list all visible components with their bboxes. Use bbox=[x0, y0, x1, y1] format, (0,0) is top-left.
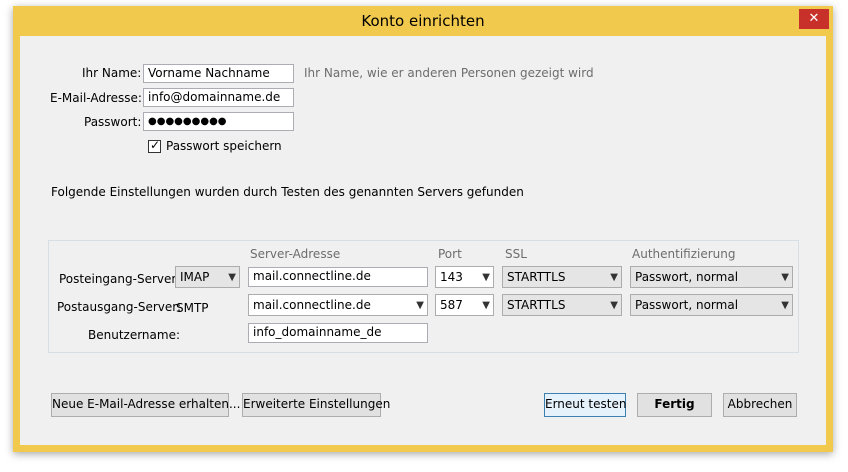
email-field[interactable]: info@domainname.de bbox=[143, 88, 294, 107]
outgoing-port-value: 587 bbox=[440, 298, 463, 312]
close-button[interactable]: ✕ bbox=[799, 9, 829, 29]
name-label: Ihr Name: bbox=[82, 66, 142, 80]
outgoing-port-select[interactable]: 587 ▼ bbox=[435, 294, 494, 316]
incoming-server-label: Posteingang-Server: bbox=[59, 272, 181, 286]
retest-button[interactable]: Erneut testen bbox=[544, 393, 626, 417]
name-hint: Ihr Name, wie er anderen Personen gezeig… bbox=[304, 66, 594, 80]
dialog-client: Ihr Name: Vorname Nachname Ihr Name, wie… bbox=[20, 36, 826, 445]
incoming-port-value: 143 bbox=[440, 270, 463, 284]
incoming-protocol-value: IMAP bbox=[180, 270, 210, 284]
chevron-down-icon: ▼ bbox=[781, 272, 789, 283]
found-message: Folgende Einstellungen wurden durch Test… bbox=[51, 185, 524, 199]
chevron-down-icon: ▼ bbox=[416, 300, 424, 311]
outgoing-ssl-value: STARTTLS bbox=[507, 298, 566, 312]
outgoing-auth-select[interactable]: Passwort, normal ▼ bbox=[630, 294, 793, 316]
save-password-label: Passwort speichern bbox=[166, 139, 282, 153]
window-title: Konto einrichten bbox=[361, 12, 485, 30]
save-password-checkbox[interactable] bbox=[148, 138, 161, 153]
cancel-button[interactable]: Abbrechen bbox=[723, 393, 797, 417]
close-icon: ✕ bbox=[808, 11, 820, 26]
outgoing-auth-value: Passwort, normal bbox=[635, 298, 739, 312]
ssl-header: SSL bbox=[505, 247, 527, 261]
outgoing-ssl-select[interactable]: STARTTLS ▼ bbox=[502, 294, 622, 316]
username-field[interactable]: info_domainname_de bbox=[248, 323, 428, 343]
outgoing-address-value: mail.connectline.de bbox=[253, 298, 371, 312]
advanced-settings-button[interactable]: Erweiterte Einstellungen bbox=[242, 393, 390, 417]
incoming-auth-select[interactable]: Passwort, normal ▼ bbox=[630, 266, 793, 288]
title-bar[interactable]: Konto einrichten ✕ bbox=[13, 6, 833, 36]
outgoing-address-select[interactable]: mail.connectline.de ▼ bbox=[248, 294, 428, 316]
incoming-protocol-select[interactable]: IMAP ▼ bbox=[175, 266, 240, 288]
incoming-address-field[interactable]: mail.connectline.de bbox=[248, 267, 428, 287]
email-label: E-Mail-Adresse: bbox=[50, 91, 142, 105]
password-label: Passwort: bbox=[84, 115, 142, 129]
incoming-ssl-select[interactable]: STARTTLS ▼ bbox=[502, 266, 622, 288]
outgoing-server-label: Postausgang-Server: bbox=[57, 300, 182, 314]
incoming-ssl-value: STARTTLS bbox=[507, 270, 566, 284]
incoming-port-select[interactable]: 143 ▼ bbox=[435, 266, 494, 288]
password-field[interactable]: ●●●●●●●●● bbox=[143, 112, 294, 131]
outgoing-protocol: SMTP bbox=[176, 301, 209, 315]
chevron-down-icon: ▼ bbox=[482, 300, 490, 311]
auth-header: Authentifizierung bbox=[632, 247, 736, 261]
chevron-down-icon: ▼ bbox=[781, 300, 789, 311]
server-address-header: Server-Adresse bbox=[250, 247, 341, 261]
username-label: Benutzername: bbox=[88, 328, 181, 342]
name-field[interactable]: Vorname Nachname bbox=[143, 64, 294, 83]
dialog-window: Konto einrichten ✕ Ihr Name: Vorname Nac… bbox=[13, 6, 833, 452]
done-button[interactable]: Fertig bbox=[637, 393, 712, 417]
chevron-down-icon: ▼ bbox=[610, 300, 618, 311]
incoming-auth-value: Passwort, normal bbox=[635, 270, 739, 284]
new-email-address-button[interactable]: Neue E-Mail-Adresse erhalten... bbox=[51, 393, 240, 417]
chevron-down-icon: ▼ bbox=[482, 272, 490, 283]
port-header: Port bbox=[438, 247, 462, 261]
chevron-down-icon: ▼ bbox=[610, 272, 618, 283]
chevron-down-icon: ▼ bbox=[228, 272, 236, 283]
